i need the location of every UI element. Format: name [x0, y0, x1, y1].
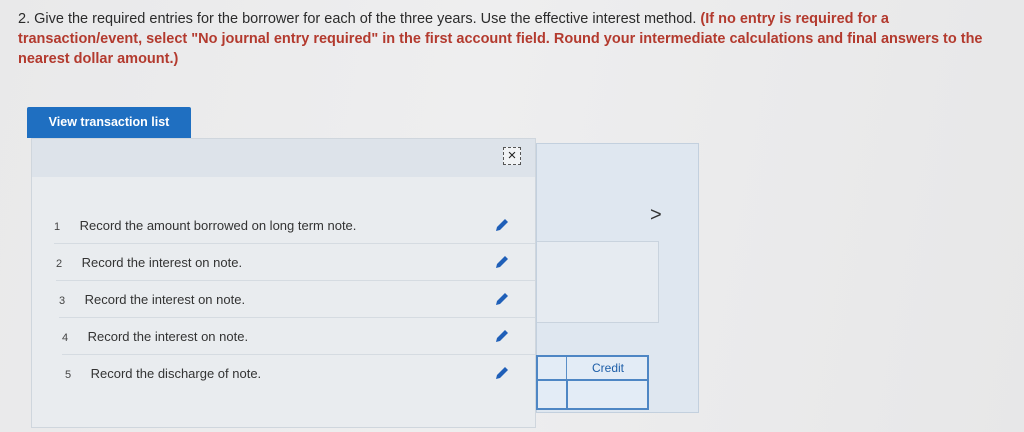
journal-grid-fragment: Credit	[536, 355, 649, 410]
transaction-number: 3	[59, 295, 66, 307]
transaction-row-4[interactable]: 4 Record the interest on note.	[62, 318, 535, 355]
transaction-row-5[interactable]: 5 Record the discharge of note.	[65, 355, 535, 392]
transaction-label: Record the discharge of note.	[90, 366, 262, 381]
view-transaction-list-button[interactable]: View transaction list	[27, 107, 191, 138]
pencil-icon[interactable]	[494, 291, 510, 307]
transaction-label: Record the interest on note.	[84, 292, 246, 307]
transaction-number: 2	[56, 258, 63, 270]
transaction-label: Record the amount borrowed on long term …	[79, 218, 357, 233]
pencil-icon[interactable]	[494, 365, 510, 381]
close-icon[interactable]: ×	[503, 147, 521, 165]
transaction-row-2[interactable]: 2 Record the interest on note.	[56, 244, 535, 281]
credit-cell-border[interactable]	[566, 381, 568, 410]
pencil-icon[interactable]	[494, 217, 510, 233]
question-text: 2. Give the required entries for the bor…	[18, 9, 1008, 69]
grid-divider	[538, 379, 647, 381]
transaction-number: 1	[54, 221, 61, 233]
transaction-number: 5	[65, 369, 72, 381]
question-body: 2. Give the required entries for the bor…	[18, 11, 697, 27]
transaction-number: 4	[62, 332, 69, 344]
transaction-label: Record the interest on note.	[87, 329, 249, 344]
transaction-list-panel: × 1 Record the amount borrowed on long t…	[31, 138, 536, 428]
transaction-row-1[interactable]: 1 Record the amount borrowed on long ter…	[54, 207, 535, 244]
credit-column-header: Credit	[566, 357, 649, 380]
pencil-icon[interactable]	[494, 254, 510, 270]
transaction-list-header: ×	[32, 139, 535, 177]
journal-entry-area	[537, 241, 659, 323]
transaction-row-3[interactable]: 3 Record the interest on note.	[59, 281, 535, 318]
pencil-icon[interactable]	[494, 328, 510, 344]
next-chevron-icon[interactable]: >	[650, 204, 662, 227]
transaction-label: Record the interest on note.	[81, 255, 243, 270]
